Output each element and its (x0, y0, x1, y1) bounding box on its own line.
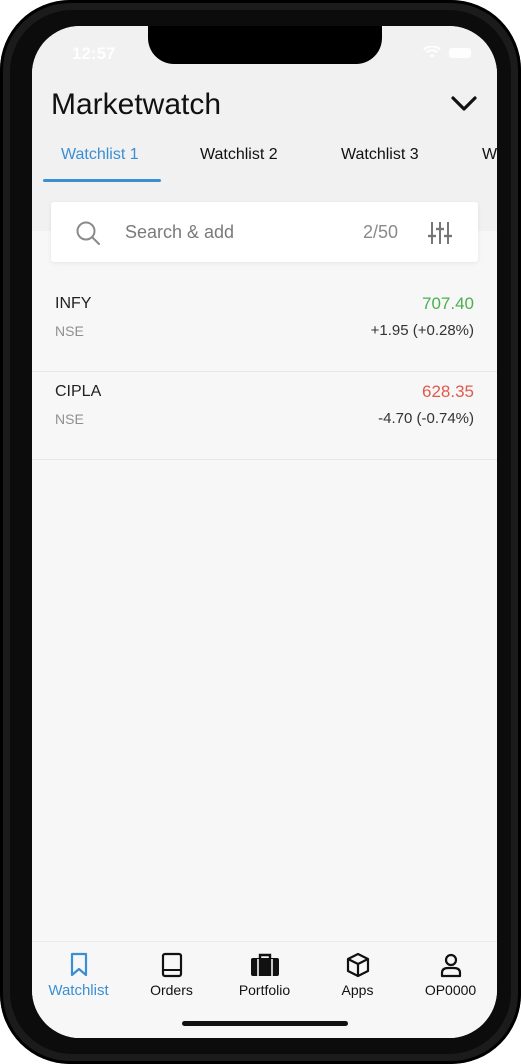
briefcase-icon (250, 953, 279, 976)
list-item[interactable]: INFY NSE 707.40 +1.95 (+0.28%) (32, 284, 497, 372)
tab-watchlist-1[interactable]: Watchlist 1 (61, 146, 139, 164)
user-icon (440, 953, 461, 978)
app-screen: 12:57 Marketwatch Watchlist 1 Watchlist … (32, 26, 497, 1038)
page-title: Marketwatch (51, 88, 222, 121)
watchlist-tabs: Watchlist 1 Watchlist 2 Watchlist 3 W (32, 138, 497, 182)
cube-icon (346, 952, 369, 978)
list-item[interactable]: CIPLA NSE 628.35 -4.70 (-0.74%) (32, 372, 497, 460)
nav-label: Watchlist (48, 982, 109, 999)
exchange-label: NSE (55, 411, 84, 427)
watchlist-count: 2/50 (363, 222, 399, 242)
symbol-name: INFY (55, 295, 92, 312)
header: 12:57 Marketwatch Watchlist 1 Watchlist … (32, 26, 497, 231)
price-change: +1.95 (+0.28%) (370, 322, 474, 339)
wifi-icon (423, 46, 441, 58)
nav-label: Portfolio (238, 982, 291, 998)
search-icon (76, 221, 100, 245)
tab-watchlist-2[interactable]: Watchlist 2 (200, 146, 278, 164)
bookmark-icon (70, 952, 87, 977)
watchlist: INFY NSE 707.40 +1.95 (+0.28%) CIPLA NSE… (32, 284, 497, 460)
book-icon (161, 952, 182, 978)
exchange-label: NSE (55, 323, 84, 339)
status-icons (423, 46, 471, 60)
search-placeholder: Search & add (125, 222, 235, 242)
nav-profile[interactable]: OP0000 (404, 952, 497, 998)
chevron-down-icon[interactable] (449, 94, 479, 114)
price-change: -4.70 (-0.74%) (378, 410, 474, 427)
nav-orders[interactable]: Orders (125, 952, 218, 998)
nav-label: Apps (341, 982, 374, 998)
filter-icon[interactable] (427, 220, 453, 246)
nav-portfolio[interactable]: Portfolio (218, 952, 311, 998)
nav-label: Orders (150, 982, 193, 998)
notch (148, 26, 382, 64)
battery-icon (449, 48, 471, 58)
nav-label: OP0000 (424, 982, 477, 998)
last-price: 628.35 (422, 382, 474, 401)
nav-apps[interactable]: Apps (311, 952, 404, 998)
home-indicator (182, 1021, 348, 1026)
last-price: 707.40 (422, 294, 474, 313)
tab-watchlist-3[interactable]: Watchlist 3 (341, 146, 419, 164)
symbol-name: CIPLA (55, 383, 102, 400)
tab-watchlist-4[interactable]: W (482, 146, 497, 164)
nav-watchlist[interactable]: Watchlist (32, 952, 125, 999)
status-time: 12:57 (72, 44, 116, 63)
search-input[interactable]: Search & add 2/50 (51, 202, 478, 262)
active-tab-indicator (43, 179, 161, 182)
